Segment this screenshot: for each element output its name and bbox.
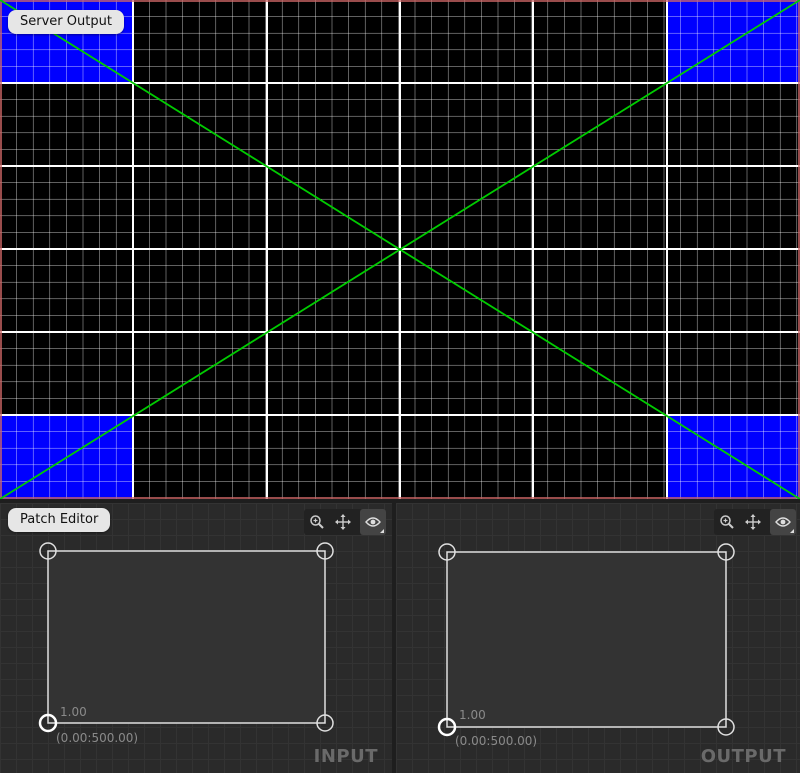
server-output-view: Server Output (0, 0, 800, 499)
output-pane[interactable]: 1.00 (0.00:500.00) OUTPUT (396, 503, 800, 773)
input-pane[interactable]: 1.00 (0.00:500.00) INPUT (0, 503, 392, 773)
output-toolbar (714, 509, 796, 535)
input-value-label: 1.00 (60, 705, 87, 719)
zoom-icon[interactable] (304, 509, 330, 535)
server-output-label: Server Output (8, 10, 124, 34)
input-coordinate-label: (0.00:500.00) (56, 731, 139, 745)
input-pane-label: INPUT (313, 746, 378, 767)
input-patch-quad[interactable] (47, 550, 326, 724)
pan-icon[interactable] (740, 509, 766, 535)
patch-editor-label: Patch Editor (8, 508, 111, 532)
output-value-label: 1.00 (459, 708, 486, 722)
eye-icon[interactable] (770, 509, 796, 535)
output-pane-label: OUTPUT (700, 746, 786, 767)
input-toolbar (304, 509, 386, 535)
output-patch-canvas[interactable] (396, 503, 800, 773)
zoom-icon[interactable] (714, 509, 740, 535)
eye-icon[interactable] (360, 509, 386, 535)
output-patch-quad[interactable] (446, 551, 727, 728)
pan-icon[interactable] (330, 509, 356, 535)
patch-editor-panel: 1.00 (0.00:500.00) INPUT 1.00 (0.00:500.… (0, 503, 800, 773)
output-coordinate-label: (0.00:500.00) (455, 734, 538, 748)
server-output-canvas (0, 0, 800, 499)
